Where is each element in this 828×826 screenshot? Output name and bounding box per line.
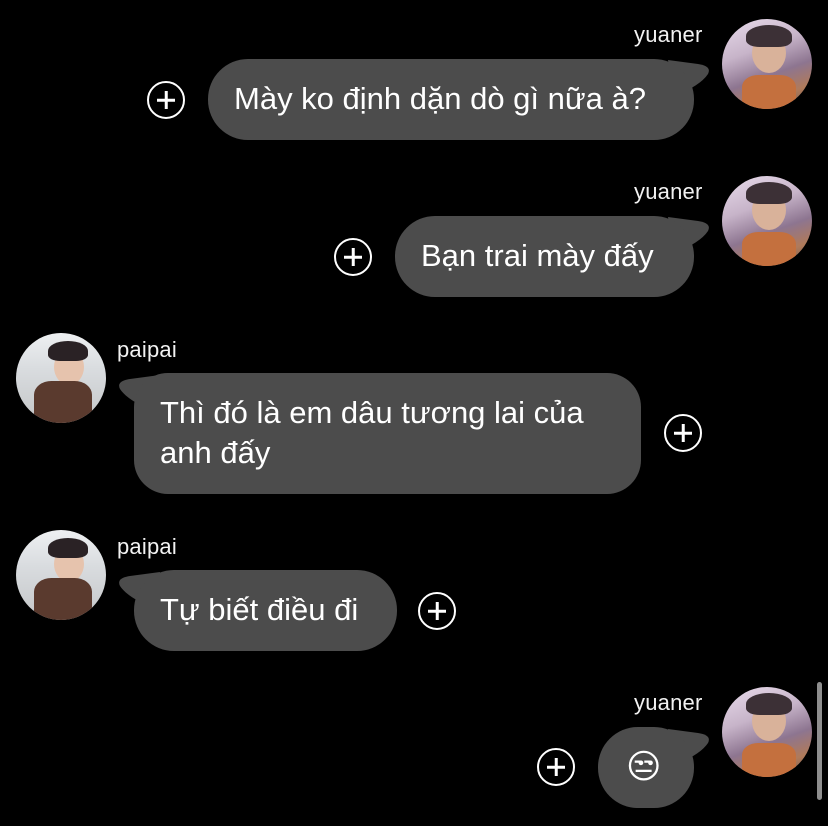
avatar[interactable] xyxy=(722,19,812,109)
plus-circle-icon[interactable] xyxy=(334,238,372,276)
message-bubble[interactable]: 😒 xyxy=(598,727,694,808)
plus-circle-icon[interactable] xyxy=(537,748,575,786)
message-bubble[interactable]: Tự biết điều đi xyxy=(134,570,397,651)
avatar[interactable] xyxy=(722,687,812,777)
plus-circle-icon[interactable] xyxy=(418,592,456,630)
sender-name: yuaner xyxy=(634,22,703,47)
avatar[interactable] xyxy=(16,333,106,423)
avatar[interactable] xyxy=(16,530,106,620)
message-bubble[interactable]: Mày ko định dặn dò gì nữa à? xyxy=(208,59,694,140)
message-bubble[interactable]: Thì đó là em dâu tương lai của anh đấy xyxy=(134,373,641,494)
sender-name: paipai xyxy=(117,337,177,362)
sender-name: yuaner xyxy=(634,179,703,204)
sender-name: yuaner xyxy=(634,690,703,715)
sender-name: paipai xyxy=(117,534,177,559)
avatar[interactable] xyxy=(722,176,812,266)
plus-circle-icon[interactable] xyxy=(147,81,185,119)
scrollbar[interactable] xyxy=(817,682,822,800)
message-bubble[interactable]: Bạn trai mày đấy xyxy=(395,216,694,297)
plus-circle-icon[interactable] xyxy=(664,414,702,452)
